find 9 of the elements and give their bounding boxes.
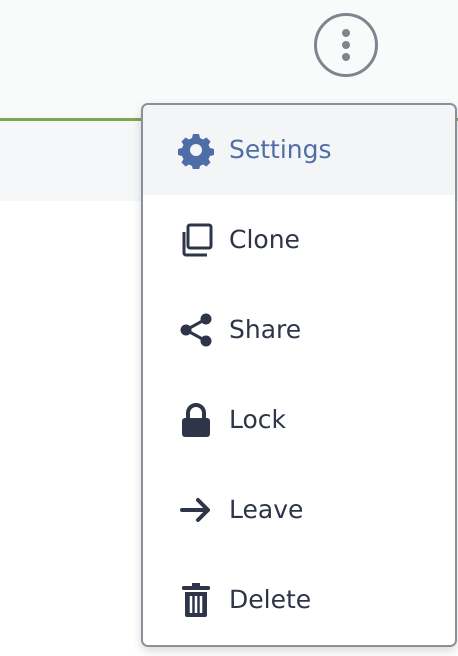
gear-icon (177, 131, 215, 169)
more-icon (341, 28, 351, 62)
menu-item[interactable]: Share (143, 285, 455, 375)
menu-item[interactable]: Lock (143, 375, 455, 465)
menu-item[interactable]: Clone (143, 195, 455, 285)
menu-item[interactable]: Leave (143, 465, 455, 555)
menu-item[interactable]: Delete (143, 555, 455, 645)
menu-item[interactable]: Settings (143, 105, 455, 195)
more-options-button[interactable] (314, 13, 378, 77)
